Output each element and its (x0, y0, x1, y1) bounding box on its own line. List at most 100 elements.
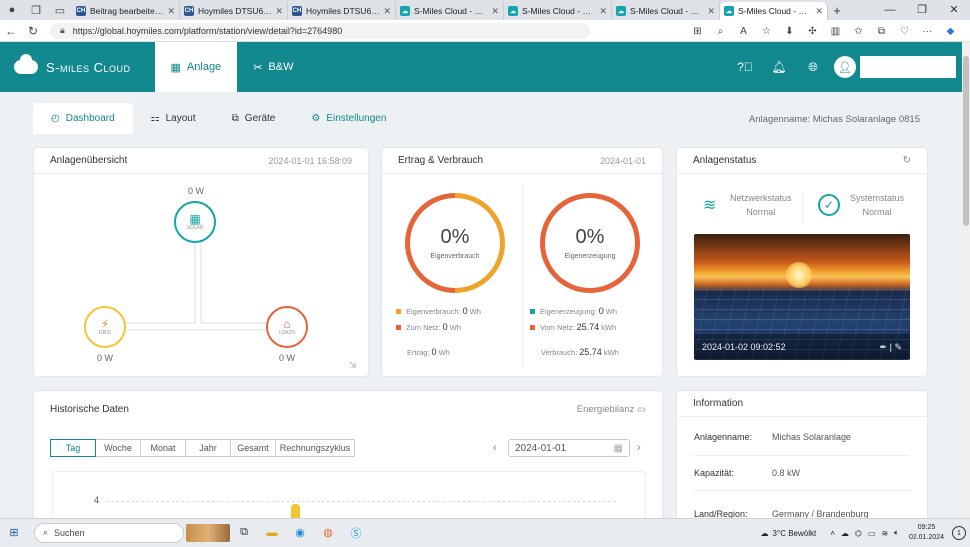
tab-geraete[interactable]: ⧉ Geräte (214, 103, 294, 134)
skype-icon[interactable]: Ⓢ (342, 522, 370, 544)
minimize-icon[interactable]: — (874, 0, 906, 20)
notification-icon[interactable]: 1 (952, 526, 966, 540)
copilot-icon[interactable]: ◆ (939, 26, 962, 37)
close-icon[interactable]: ✕ (815, 6, 823, 17)
lock-icon[interactable]: 🔒︎ (60, 25, 65, 36)
browser-tab[interactable]: ☁ S-Miles Cloud - Hoymiles✕ (396, 2, 504, 20)
browser-tab[interactable]: ☁ S-Miles Cloud - Hoymiles✕ (612, 2, 720, 20)
plant-photo[interactable]: 2024-01-02 09:02:52 ✒ | ✎ (694, 234, 910, 360)
url-field[interactable]: 🔒︎ https://global.hoymiles.com/platform/… (50, 22, 590, 39)
range-gesamt-button[interactable]: Gesamt (230, 439, 276, 457)
close-icon[interactable]: ✕ (707, 6, 715, 17)
close-icon[interactable]: ✕ (167, 6, 175, 17)
logo[interactable]: S-miles Cloud (14, 54, 131, 75)
tab-layout[interactable]: ⚏ Layout (133, 103, 214, 134)
range-monat-button[interactable]: Monat (140, 439, 186, 457)
tools-icon: ✂ (253, 61, 263, 74)
puzzle-icon[interactable]: ✣ (801, 26, 824, 37)
extension-icon[interactable]: ⬇ (778, 26, 801, 37)
favorites-icon[interactable]: ✩ (847, 26, 870, 37)
tab-actions-icon[interactable]: ▭ (52, 3, 68, 17)
tab-dashboard[interactable]: ◴ Dashboard (33, 103, 133, 134)
battery-icon[interactable]: ▭ (868, 529, 876, 538)
split-screen-icon[interactable]: ▥ (824, 26, 847, 37)
close-icon[interactable]: ✕ (491, 6, 499, 17)
plant-name: Anlagenname: Michas Solaranlage 0815 (748, 114, 920, 125)
clock-time: 09:25 (917, 524, 936, 531)
browser-tab-active[interactable]: ☁ S-Miles Cloud - Hoymiles✕ (720, 2, 828, 20)
range-woche-button[interactable]: Woche (95, 439, 141, 457)
subnav-tabs: ◴ Dashboard ⚏ Layout ⧉ Geräte ⚙ Einstellunge… (33, 103, 404, 134)
bell-icon[interactable]: 🔔︎ (762, 60, 796, 74)
taskbar-search[interactable]: ⌕ Suchen (34, 522, 184, 543)
pin-icon[interactable]: ✒ (880, 342, 888, 352)
more-icon[interactable]: ··· (916, 26, 939, 37)
speaker-icon[interactable]: 🔈︎ (894, 528, 899, 538)
nav-anlage[interactable]: ▦ Anlage (154, 42, 238, 92)
collections-icon[interactable]: ⧉ (870, 26, 893, 37)
tab-label: Hoymiles DTSU666 Smart Meter (306, 6, 381, 16)
help-icon[interactable]: ?⃝ (728, 60, 762, 74)
solar-node[interactable]: ▦ SOLAR (174, 201, 216, 243)
close-icon[interactable]: ✕ (383, 6, 391, 17)
date-picker[interactable]: 2024-01-01 ▦ (508, 439, 630, 457)
read-aloud-icon[interactable]: A (732, 26, 755, 37)
next-date-icon[interactable]: › (637, 442, 641, 454)
edit-icon[interactable]: ✎ (894, 342, 902, 352)
energy-balance-link[interactable]: Energiebilanz (577, 404, 635, 415)
wifi-icon[interactable]: ≋ (881, 529, 888, 538)
legend-dot (396, 308, 401, 314)
cloud-tray-icon[interactable]: ☁ (841, 529, 849, 538)
loads-node[interactable]: ⌂ LOADS (266, 306, 308, 348)
range-tag-button[interactable]: Tag (50, 439, 96, 457)
clock-date: 02.01.2024 (908, 534, 944, 541)
self-generation-pct: 0% (575, 226, 605, 248)
edge-icon[interactable]: ◉ (286, 522, 314, 544)
workspaces-icon[interactable]: ❒ (28, 3, 44, 17)
weather-text[interactable]: 3°C Bewölkt (773, 529, 817, 538)
file-explorer-icon[interactable]: ▬ (258, 522, 286, 544)
tab-einstellungen[interactable]: ⚙ Einstellungen (293, 103, 404, 134)
grid-node[interactable]: ⚡︎ GRID (84, 306, 126, 348)
prev-date-icon[interactable]: ‹ (493, 442, 497, 454)
username-box[interactable] (860, 56, 956, 78)
browser-tab[interactable]: ☁ S-Miles Cloud - Hoymiles✕ (504, 2, 612, 20)
subnav: ◴ Dashboard ⚏ Layout ⧉ Geräte ⚙ Einstellunge… (0, 92, 962, 134)
globe-icon[interactable]: 🌐︎ (796, 60, 830, 75)
windows-start-icon[interactable]: ⊞ (0, 522, 28, 544)
firefox-icon[interactable]: ◍ (314, 522, 342, 544)
heart-icon[interactable]: ♡ (893, 26, 916, 37)
refresh-icon[interactable]: ↻ (22, 24, 44, 38)
range-jahr-button[interactable]: Jahr (185, 439, 231, 457)
zoom-icon[interactable]: ⌕ (709, 26, 732, 37)
browser-tab[interactable]: CH Hoymiles DTSU666 Smart Meter✕ (288, 2, 396, 20)
range-rechnungszyklus-button[interactable]: Rechnungszyklus (275, 439, 355, 457)
scrollbar-thumb[interactable] (963, 56, 969, 226)
refresh-icon[interactable]: ↻ (903, 155, 911, 166)
clock[interactable]: 09:25 02.01.2024 (909, 523, 944, 543)
cloud-icon: ☁ (616, 6, 626, 16)
cloud-logo-icon (14, 54, 38, 74)
address-bar: ← ↻ 🔒︎ https://global.hoymiles.com/platf… (0, 20, 970, 42)
back-icon[interactable]: ← (0, 24, 22, 38)
profile-icon[interactable]: ● (4, 3, 20, 17)
avatar[interactable]: 👤︎ (834, 56, 856, 78)
maximize-icon[interactable]: ❐ (906, 0, 938, 20)
info-row: Kapazität: 0.8 kW (694, 468, 910, 478)
network-icon[interactable]: ⌬ (855, 529, 862, 538)
close-icon[interactable]: ✕ (275, 6, 283, 17)
browser-tab[interactable]: CH Beitrag bearbeiten „Hoymiles…✕ (72, 2, 180, 20)
task-view-icon[interactable]: ⧉ (230, 522, 258, 544)
page-scrollbar[interactable] (962, 42, 970, 518)
browser-tab[interactable]: CH Hoymiles DTSU666 Smart Meter✕ (180, 2, 288, 20)
favorite-icon[interactable]: ☆ (755, 26, 778, 37)
expand-icon[interactable]: ⇲ (349, 360, 357, 371)
nav-bw[interactable]: ✂ B&W (237, 42, 309, 92)
new-tab-button[interactable]: + (828, 3, 846, 18)
chart-icon[interactable]: ▭ (637, 404, 646, 415)
close-window-icon[interactable]: ✕ (938, 0, 970, 20)
chevron-up-icon[interactable]: ˄ (830, 529, 835, 538)
app-icon[interactable]: ⊞ (686, 26, 709, 37)
close-icon[interactable]: ✕ (599, 6, 607, 17)
stat-unit: Wh (469, 306, 481, 316)
